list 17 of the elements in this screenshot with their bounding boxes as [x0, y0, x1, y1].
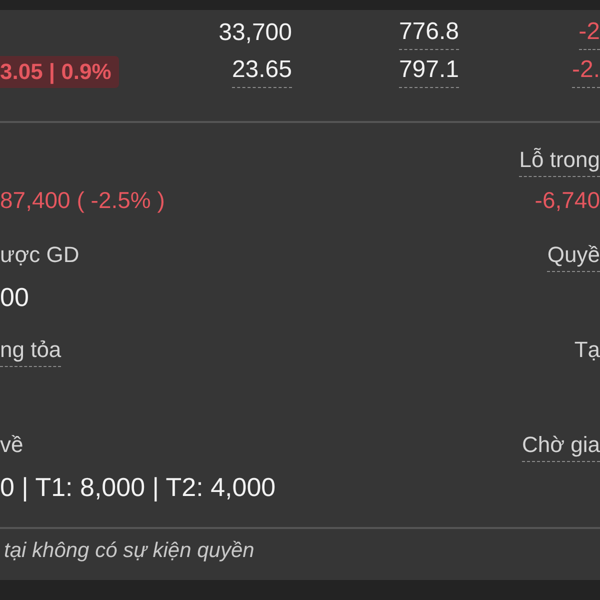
field-label: Chờ gia — [522, 432, 600, 462]
rights-event-note: tại không có sự kiện quyền — [3, 538, 256, 564]
field-label: Quyề — [547, 242, 600, 272]
field-value: 00 — [0, 282, 29, 313]
field-label: ng tỏa — [0, 337, 62, 367]
field-label: Lỗ trong — [519, 147, 600, 177]
change-badge: 3.05 | 0.9% — [0, 56, 120, 88]
field-label: Tạ — [574, 337, 600, 364]
field-label: ược GD — [0, 242, 80, 269]
quote-value[interactable]: 23.65 — [232, 56, 292, 88]
field-value: 87,400 ( -2.5% ) — [0, 187, 165, 214]
quote-value[interactable]: 797.1 — [398, 56, 459, 88]
quote-value: 33,700 — [218, 18, 292, 48]
field-value: 0 | T1: 8,000 | T2: 4,000 — [0, 472, 276, 503]
field-label: về — [0, 432, 24, 459]
field-value: -6,740 — [534, 187, 600, 214]
quote-value[interactable]: 776.8 — [398, 18, 459, 50]
